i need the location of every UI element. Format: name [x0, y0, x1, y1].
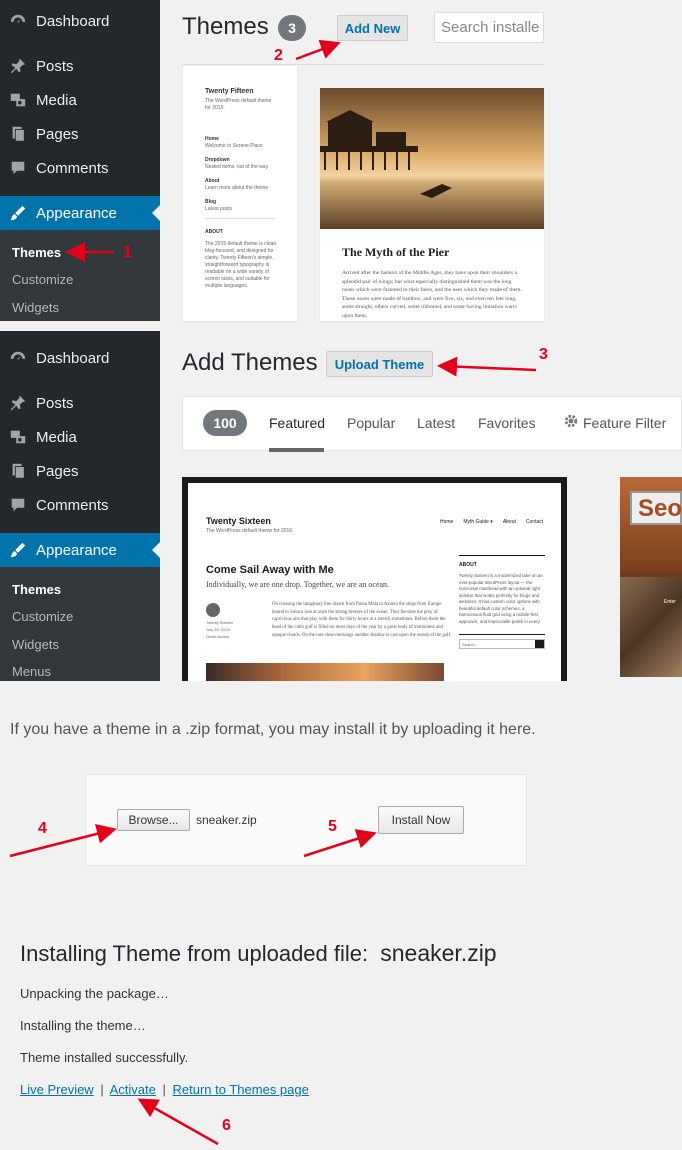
step-marker-6: 6	[222, 1117, 231, 1134]
step-marker-3: 3	[539, 346, 548, 363]
arrow-3	[437, 356, 537, 377]
step-marker-2: 2	[274, 47, 283, 64]
arrow-2	[295, 39, 341, 61]
arrow-4	[9, 824, 117, 858]
arrow-6	[137, 1098, 219, 1146]
step-marker-5: 5	[328, 818, 337, 835]
annotation-arrows	[9, 39, 537, 1146]
arrow-5	[303, 829, 377, 858]
step-marker-4: 4	[38, 820, 47, 837]
tutorial-composite: Dashboard Posts Media Pages Comments App…	[0, 0, 682, 1150]
step-marker-1: 1	[123, 244, 132, 261]
